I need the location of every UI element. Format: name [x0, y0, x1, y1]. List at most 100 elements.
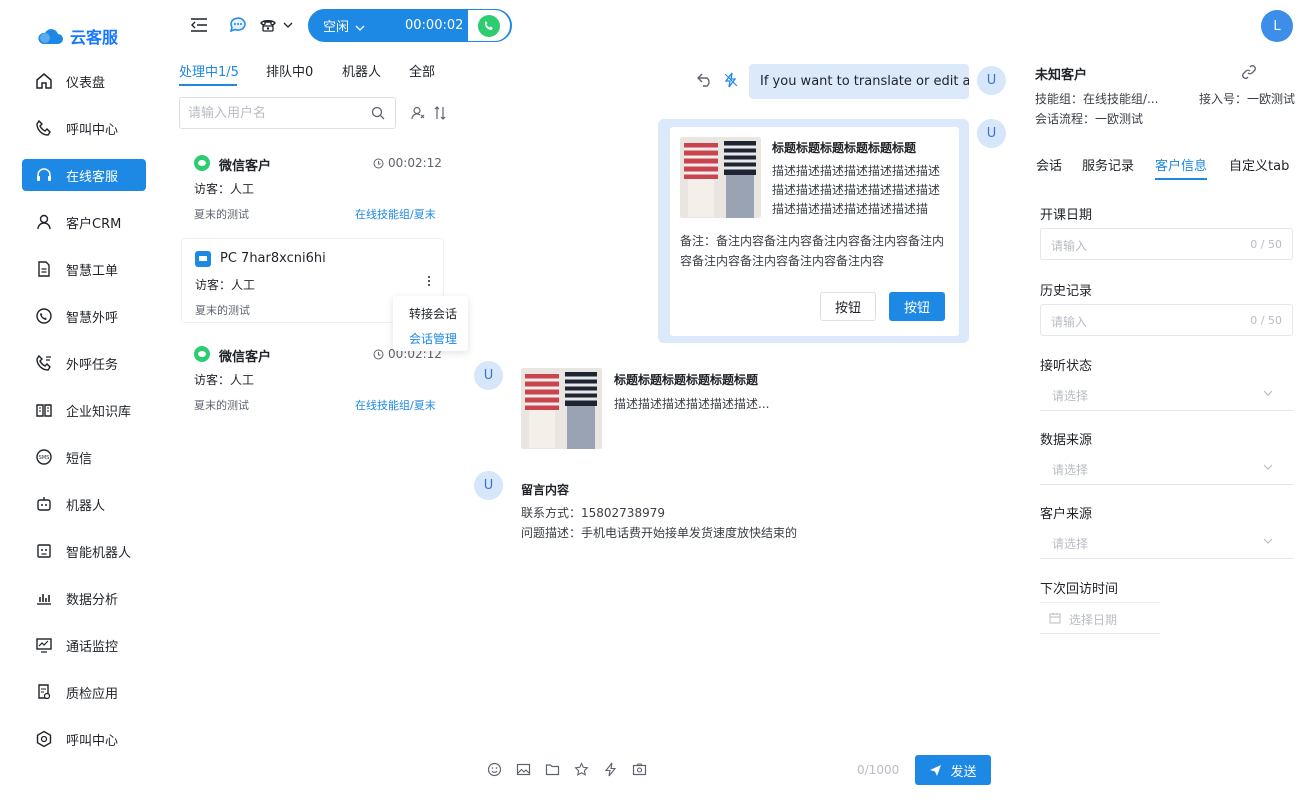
user-avatar[interactable]: L: [1261, 10, 1293, 42]
tab-processing[interactable]: 处理中1/5: [179, 61, 239, 80]
field-label-history: 历史记录: [1040, 284, 1093, 299]
card-button-1[interactable]: 按钮: [820, 292, 876, 321]
conversation-summary: 夏末的测试: [194, 399, 249, 412]
history-field[interactable]: 请输入 0 / 50: [1040, 304, 1293, 336]
svg-text:SMS: SMS: [39, 455, 50, 461]
sidebar-item-label: 通话监控: [66, 639, 119, 655]
conversation-name: 微信客户: [219, 350, 272, 365]
bar-chart-icon: [34, 588, 54, 608]
avatar: U: [474, 471, 503, 500]
phone-mode-dropdown[interactable]: [259, 16, 293, 34]
sidebar-item-label: 客户CRM: [66, 216, 122, 232]
sidebar-item-robot[interactable]: 机器人: [22, 488, 146, 520]
skill-group-tag: 在线技能组/夏末: [355, 208, 436, 221]
folder-icon[interactable]: [545, 762, 560, 777]
app-logo: 云客服: [36, 24, 118, 48]
sidebar-item-call-center[interactable]: 呼叫中心: [22, 112, 146, 144]
sidebar-item-call-monitor[interactable]: 通话监控: [22, 629, 146, 661]
visitor-type: 访客：人工: [195, 278, 256, 292]
headset-icon: [34, 165, 54, 185]
search-box: [179, 97, 396, 129]
skill-group-info: 技能组：在线技能组/...: [1035, 92, 1159, 106]
sidebar-item-online-service[interactable]: 在线客服: [22, 159, 146, 191]
tab-custom[interactable]: 自定义tab: [1229, 155, 1289, 174]
sidebar: 云客服 仪表盘 呼叫中心 在线客服 客户CRM 智慧工单 智慧外呼 外呼任务 企…: [0, 0, 168, 812]
tab-service-record[interactable]: 服务记录: [1082, 155, 1134, 174]
product-title: 标题标题标题标题标题标题: [614, 373, 759, 387]
smart-robot-icon: [34, 541, 54, 561]
sidebar-item-knowledge-base[interactable]: 企业知识库: [22, 394, 146, 426]
menu-item-transfer[interactable]: 转接会话: [409, 305, 457, 322]
avatar: U: [977, 119, 1006, 148]
product-card: 标题标题标题标题标题标题 描述描述描述描述描述描述描述描述描述描述描述描述描述描…: [670, 127, 959, 336]
quick-reply-icon[interactable]: [603, 762, 618, 777]
data-source-select[interactable]: 请选择: [1040, 452, 1293, 485]
screenshot-icon[interactable]: [632, 762, 647, 777]
status-timer: 00:00:02: [405, 18, 464, 33]
sms-icon: SMS: [34, 447, 54, 467]
sidebar-item-quality-check[interactable]: 质检应用: [22, 676, 146, 708]
start-date-field[interactable]: 请输入 0 / 50: [1040, 228, 1293, 260]
emoji-icon[interactable]: [487, 762, 502, 777]
sidebar-item-work-order[interactable]: 智慧工单: [22, 253, 146, 285]
visitor-type: 访客：人工: [194, 182, 255, 196]
sidebar-item-label: 短信: [66, 451, 93, 467]
menu-item-manage[interactable]: 会话管理: [409, 330, 457, 347]
search-input[interactable]: [180, 98, 360, 128]
sidebar-item-outbound-task[interactable]: 外呼任务: [22, 347, 146, 379]
product-description: 描述描述描述描述描述描述...: [614, 397, 770, 411]
quality-check-icon: [34, 682, 54, 702]
more-vertical-icon[interactable]: [427, 275, 431, 287]
product-image: [680, 137, 761, 218]
sidebar-item-dashboard[interactable]: 仪表盘: [22, 65, 146, 97]
tab-customer-info[interactable]: 客户信息: [1155, 155, 1207, 174]
card-button-2[interactable]: 按钮: [889, 292, 945, 321]
sidebar-item-call-center-2[interactable]: 呼叫中心: [22, 723, 146, 755]
status-dropdown[interactable]: 空闲: [323, 16, 365, 35]
star-icon[interactable]: [574, 762, 589, 777]
sidebar-item-label: 仪表盘: [66, 75, 106, 91]
field-placeholder: 选择日期: [1069, 613, 1118, 627]
next-visit-date-picker[interactable]: 选择日期: [1040, 602, 1160, 634]
tab-all[interactable]: 全部: [409, 61, 435, 80]
book-icon: [34, 400, 54, 420]
tab-robot[interactable]: 机器人: [342, 61, 381, 80]
conversation-item[interactable]: 微信客户 00:02:12 访客：人工 夏末的测试 在线技能组/夏末: [181, 143, 443, 229]
search-icon[interactable]: [371, 106, 385, 120]
tab-queueing[interactable]: 排队中0: [266, 61, 313, 80]
image-icon[interactable]: [516, 762, 531, 777]
conversation-summary: 夏末的测试: [194, 208, 249, 221]
answer-call-button[interactable]: [467, 9, 511, 42]
undo-icon[interactable]: [697, 73, 713, 87]
sidebar-item-crm[interactable]: 客户CRM: [22, 206, 146, 238]
send-button[interactable]: 发送: [915, 755, 991, 785]
visitor-type: 访客：人工: [194, 373, 255, 387]
sidebar-item-smart-outbound[interactable]: 智慧外呼: [22, 300, 146, 332]
chevron-down-icon: [1263, 538, 1273, 544]
chat-bubble-icon[interactable]: [228, 15, 248, 35]
tab-session[interactable]: 会话: [1036, 155, 1062, 174]
sidebar-item-label: 数据分析: [66, 592, 119, 608]
sidebar-item-label: 智慧工单: [66, 263, 119, 279]
field-label-answer-status: 接听状态: [1040, 359, 1093, 374]
filter-user-icon[interactable]: [411, 106, 425, 120]
link-icon[interactable]: [1241, 64, 1257, 80]
sidebar-item-data-analysis[interactable]: 数据分析: [22, 582, 146, 614]
phone-answer-icon: [478, 14, 500, 37]
send-icon: [929, 764, 942, 777]
session-flow-info: 会话流程：一欧测试: [1035, 112, 1144, 126]
collapse-menu-icon[interactable]: [190, 17, 208, 33]
sidebar-item-label: 质检应用: [66, 686, 119, 702]
avatar: U: [474, 361, 503, 390]
flash-translate-icon[interactable]: [723, 72, 739, 88]
answer-status-select[interactable]: 请选择: [1040, 378, 1293, 411]
sidebar-item-label: 智慧外呼: [66, 310, 119, 326]
sidebar-item-smart-robot[interactable]: 智能机器人: [22, 535, 146, 567]
field-label-start-date: 开课日期: [1040, 208, 1093, 223]
field-placeholder: 请选择: [1052, 537, 1089, 551]
sort-icon[interactable]: [434, 106, 446, 120]
access-number-info: 接入号：一欧测试: [1199, 92, 1296, 106]
status-label: 空闲: [323, 20, 350, 35]
sidebar-item-sms[interactable]: SMS 短信: [22, 441, 146, 473]
customer-source-select[interactable]: 请选择: [1040, 526, 1293, 559]
